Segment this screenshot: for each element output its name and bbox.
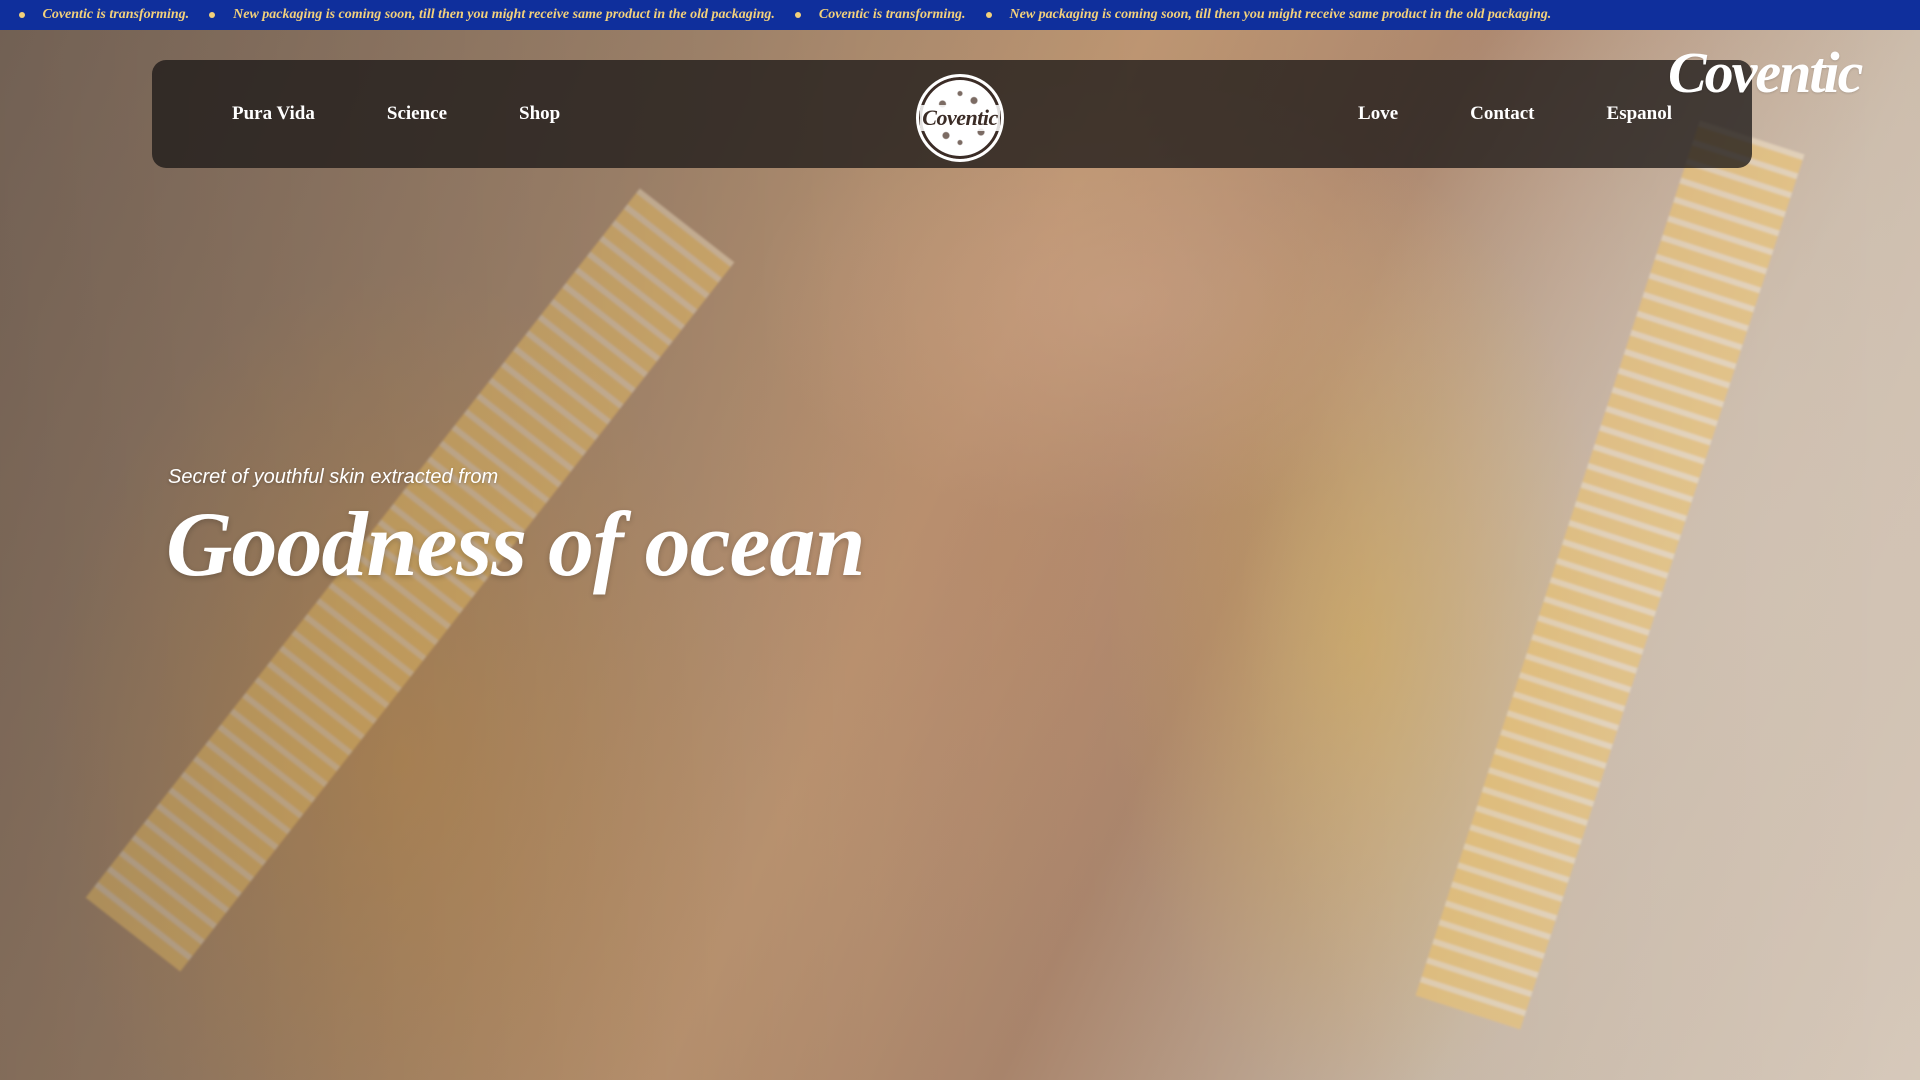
hero-page: g. Coventic is transforming. New packagi… [0, 0, 1920, 1080]
logo-badge-text: Coventic [920, 105, 1000, 131]
ticker-lead-fragment: g. [0, 7, 19, 23]
nav-link-science[interactable]: Science [387, 103, 447, 125]
ticker-item: Coventic is transforming. [18, 7, 210, 23]
ticker-item: Coventic is transforming. [794, 7, 986, 23]
nav-link-love[interactable]: Love [1358, 103, 1398, 125]
hero-title: Goodness of ocean [166, 493, 866, 595]
ticker-item: New packaging is coming soon, till then … [985, 7, 1572, 23]
nav-link-pura-vida[interactable]: Pura Vida [232, 103, 315, 125]
announcement-ticker: g. Coventic is transforming. New packagi… [0, 0, 1920, 30]
nav-link-espanol[interactable]: Espanol [1607, 103, 1672, 125]
dot-icon [18, 12, 25, 18]
dot-icon [985, 12, 992, 18]
dot-icon [209, 12, 216, 18]
ticker-text: Coventic is transforming. [818, 7, 966, 22]
nav-link-contact[interactable]: Contact [1470, 103, 1534, 125]
hero-subtitle: Secret of youthful skin extracted from [168, 466, 499, 488]
ticker-item: New packaging is coming soon, till then … [209, 7, 795, 23]
main-navbar: Pura Vida Science Shop Coventic Love Con… [152, 60, 1752, 168]
ticker-text: New packaging is coming soon, till then … [1009, 7, 1552, 22]
ticker-text: Coventic is transforming. [42, 7, 190, 22]
corner-brand-wordmark: Coventic [1668, 40, 1863, 105]
brand-logo-badge[interactable]: Coventic [916, 74, 1004, 162]
dot-icon [794, 12, 801, 18]
nav-link-shop[interactable]: Shop [519, 103, 560, 125]
ticker-text: New packaging is coming soon, till then … [233, 7, 775, 22]
ticker-track: g. Coventic is transforming. New packagi… [0, 7, 1571, 23]
nav-left-group: Pura Vida Science Shop [232, 60, 632, 168]
nav-right-group: Love Contact Espanol [1286, 60, 1672, 168]
